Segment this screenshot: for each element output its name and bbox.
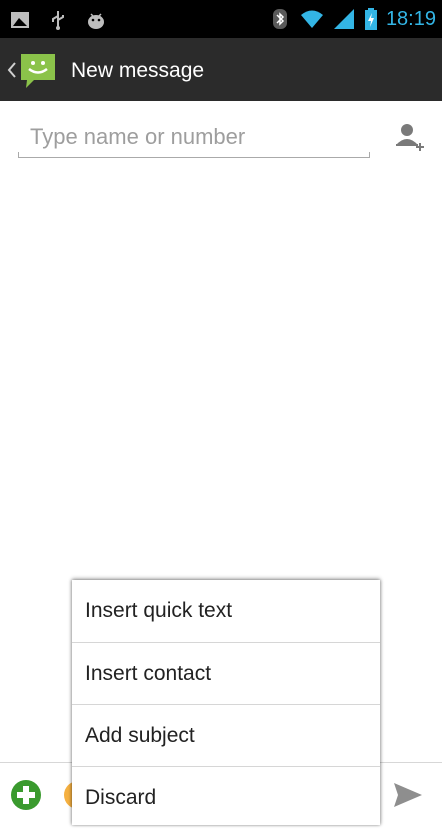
back-chevron-icon[interactable] [6,60,18,80]
signal-icon [333,9,354,29]
recipient-input[interactable] [18,116,370,154]
wifi-icon [300,10,323,28]
battery-charging-icon [364,8,377,30]
menu-item-insert-contact[interactable]: Insert contact [72,643,380,705]
messaging-app-icon[interactable] [18,50,58,90]
send-icon[interactable] [392,781,424,809]
menu-item-label: Insert contact [85,661,212,685]
menu-item-insert-quick-text[interactable]: Insert quick text [72,580,380,643]
add-contact-icon[interactable] [394,121,426,153]
status-bar-right-icons: 18:19 [268,6,436,32]
status-time: 18:19 [385,8,436,30]
bluetooth-icon [272,9,287,29]
attach-plus-icon[interactable] [10,779,42,811]
overflow-popup-menu: Insert quick text Insert contact Add sub… [72,580,380,825]
menu-item-add-subject[interactable]: Add subject [72,705,380,767]
android-debug-icon [88,13,104,29]
menu-item-label: Insert quick text [85,599,233,622]
menu-item-discard[interactable]: Discard [72,767,380,829]
status-bar-left-icons [8,8,108,32]
usb-icon [52,11,64,30]
recipient-field-container [18,116,370,158]
status-bar: 18:19 [0,0,442,38]
image-notification-icon [11,12,29,28]
menu-item-label: Discard [85,786,157,809]
action-bar: New message [0,38,442,101]
page-title: New message [71,59,205,82]
recipient-underline [18,152,370,158]
menu-item-label: Add subject [85,723,195,747]
